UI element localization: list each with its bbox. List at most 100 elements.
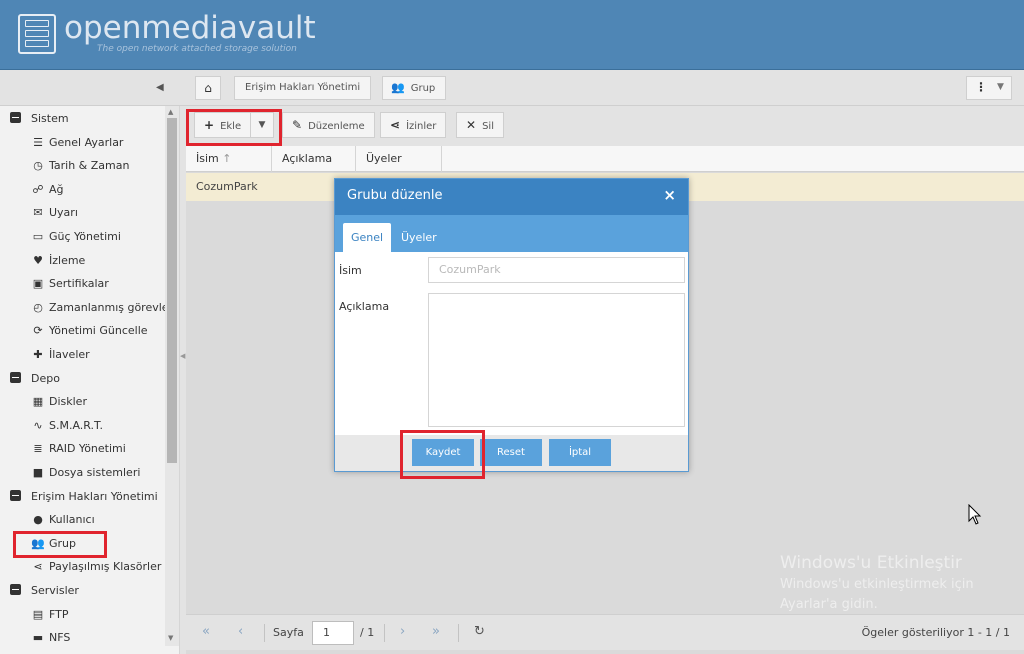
battery-icon: ▭: [32, 230, 44, 243]
tab-members[interactable]: Üyeler: [393, 223, 445, 252]
sidebar-item-2-2[interactable]: ⋖ Paylaşılmış Klasörler: [31, 557, 161, 577]
clock-icon: ◷: [33, 159, 43, 173]
breadcrumb-group-label: Grup: [410, 83, 436, 94]
column-members[interactable]: Üyeler: [356, 146, 442, 172]
grid-header: İsim ↑ Açıklama Üyeler: [186, 146, 1024, 172]
sliders-icon: ☰: [33, 135, 43, 149]
pencil-icon: ✎: [292, 118, 303, 132]
sidebar-item-2-1[interactable]: 👥 Grup: [31, 534, 76, 554]
options-menu-button[interactable]: ⋮ ▼: [966, 76, 1012, 100]
sidebar-nav: Sistem ☰ Genel Ayarlar ◷ Tarih & Zaman ☍ Ağ ✉ Uy…: [0, 106, 180, 654]
sidebar-item-0-5[interactable]: ♥ İzleme: [31, 251, 85, 271]
collapse-icon[interactable]: [10, 489, 21, 501]
sidebar-item-3-1[interactable]: ▬ NFS: [31, 628, 71, 648]
sidebar-item-0-6[interactable]: ▣ Sertifikalar: [31, 274, 109, 294]
sidebar-item-0-1[interactable]: ◷ Tarih & Zaman: [31, 156, 129, 176]
first-page-icon[interactable]: «: [202, 624, 210, 639]
permissions-button[interactable]: ⋖ İzinler: [380, 112, 447, 138]
add-button[interactable]: + Ekle: [194, 112, 251, 138]
collapse-icon[interactable]: [10, 371, 21, 383]
sidebar-item-1-2[interactable]: ≣ RAID Yönetimi: [31, 439, 125, 459]
sidebar-item-1-3[interactable]: ■ Dosya sistemleri: [31, 463, 141, 483]
tab-general[interactable]: Genel: [343, 223, 392, 252]
brand-title: openmediavault: [64, 10, 316, 46]
sidebar-category-1[interactable]: Depo: [10, 369, 60, 389]
sidebar-item-0-8[interactable]: ⟳ Yönetimi Güncelle: [31, 321, 147, 341]
column-name[interactable]: İsim ↑: [186, 146, 272, 172]
refresh-icon[interactable]: ↻: [474, 624, 485, 639]
sidebar-category-3[interactable]: Servisler: [10, 581, 79, 601]
plus-icon: +: [204, 118, 215, 132]
sidebar-scroll-thumb[interactable]: [167, 118, 177, 463]
description-field[interactable]: [428, 293, 685, 427]
name-field[interactable]: CozumPark: [428, 257, 685, 283]
column-description[interactable]: Açıklama: [272, 146, 356, 172]
users-icon: 👥: [391, 81, 405, 94]
splitter-arrow-icon[interactable]: ◀: [180, 352, 185, 360]
heartbeat-icon: ♥: [33, 253, 43, 267]
certificate-icon: ▣: [32, 277, 44, 291]
collapse-icon[interactable]: [10, 112, 21, 123]
close-icon: ✕: [466, 118, 477, 132]
server-icon: ▤: [32, 607, 44, 621]
sidebar-item-0-3[interactable]: ✉ Uyarı: [31, 203, 78, 223]
delete-button[interactable]: ✕ Sil: [456, 112, 504, 138]
scroll-up-icon[interactable]: ▲: [168, 108, 173, 116]
grid-toolbar: + Ekle ▼ ✎ Düzenleme ⋖ İzinler ✕ Sil: [186, 106, 1024, 146]
edit-button[interactable]: ✎ Düzenleme: [282, 112, 375, 138]
row-name-cell: CozumPark: [196, 180, 258, 193]
envelope-icon: ✉: [33, 206, 43, 220]
sidebar-item-0-7[interactable]: ◴ Zamanlanmış görevler: [31, 298, 173, 318]
add-dropdown-button[interactable]: ▼: [250, 112, 274, 138]
home-button[interactable]: ⌂: [195, 76, 221, 100]
sidebar-item-2-0[interactable]: ● Kullanıcı: [31, 510, 94, 530]
breadcrumb-group[interactable]: 👥 Grup: [382, 76, 447, 100]
sort-asc-icon: ↑: [222, 152, 232, 165]
name-label: İsim: [339, 264, 362, 277]
pagination-bar: « ‹ Sayfa 1 / 1 › » ↻ Ögeler gösteriliyo…: [186, 614, 1024, 650]
sidebar-category-0[interactable]: Sistem: [10, 109, 69, 129]
logo-icon: [18, 14, 56, 54]
dialog-tabs: Genel Üyeler: [335, 215, 688, 252]
sidebar-category-2[interactable]: Erişim Hakları Yönetimi: [10, 487, 158, 507]
share-icon: ⋖: [33, 560, 43, 574]
breadcrumb-access-rights[interactable]: Erişim Hakları Yönetimi: [234, 76, 372, 100]
sidebar-item-1-0[interactable]: ▦ Diskler: [31, 392, 87, 412]
chevron-down-icon: ▼: [997, 82, 1004, 92]
pulse-icon: ∿: [33, 418, 43, 432]
scroll-down-icon[interactable]: ▼: [168, 634, 173, 642]
sidebar-item-1-1[interactable]: ∿ S.M.A.R.T.: [31, 416, 103, 436]
cancel-button[interactable]: İptal: [549, 439, 611, 466]
sidebar-item-0-4[interactable]: ▭ Güç Yönetimi: [31, 227, 121, 247]
edit-group-dialog: Grubu düzenle × Genel Üyeler İsim CozumP…: [334, 178, 689, 472]
sidebar-item-0-0[interactable]: ☰ Genel Ayarlar: [31, 133, 123, 153]
reset-button[interactable]: Reset: [480, 439, 542, 466]
last-page-icon[interactable]: »: [432, 624, 440, 639]
close-icon[interactable]: ×: [663, 186, 676, 204]
more-vertical-icon: ⋮: [975, 80, 987, 94]
chevron-down-icon: ▼: [258, 120, 266, 130]
collapse-icon[interactable]: [10, 584, 21, 595]
save-button[interactable]: Kaydet: [412, 439, 474, 466]
sidebar-item-0-9[interactable]: ✚ İlaveler: [31, 345, 89, 365]
page-number-input[interactable]: 1: [312, 621, 354, 645]
sidebar-item-3-0[interactable]: ▤ FTP: [31, 605, 69, 625]
breadcrumb-bar: ◀ ⌂ Erişim Hakları Yönetimi 👥 Grup ⋮ ▼: [0, 70, 1024, 106]
collapse-sidebar-icon[interactable]: ◀: [156, 82, 164, 93]
dialog-title: Grubu düzenle: [347, 188, 443, 203]
sidebar-scrollbar[interactable]: ▲ ▼: [165, 106, 179, 646]
page-label: Sayfa: [273, 626, 304, 639]
sidebar-item-0-2[interactable]: ☍ Ağ: [31, 180, 63, 200]
page-total: / 1: [360, 626, 375, 639]
users-icon: 👥: [31, 536, 45, 550]
dialog-header: Grubu düzenle ×: [335, 179, 688, 215]
share-icon: ⋖: [390, 118, 401, 132]
folder-icon: ■: [32, 466, 44, 479]
prev-page-icon[interactable]: ‹: [238, 624, 243, 639]
brand-tagline: The open network attached storage soluti…: [97, 44, 297, 54]
description-label: Açıklama: [339, 300, 390, 313]
next-page-icon[interactable]: ›: [400, 624, 405, 639]
disk-icon: ▦: [32, 395, 44, 409]
activation-watermark-title: Windows'u Etkinleştir: [780, 553, 962, 573]
activation-watermark-link: Ayarlar'a gidin.: [780, 597, 878, 612]
